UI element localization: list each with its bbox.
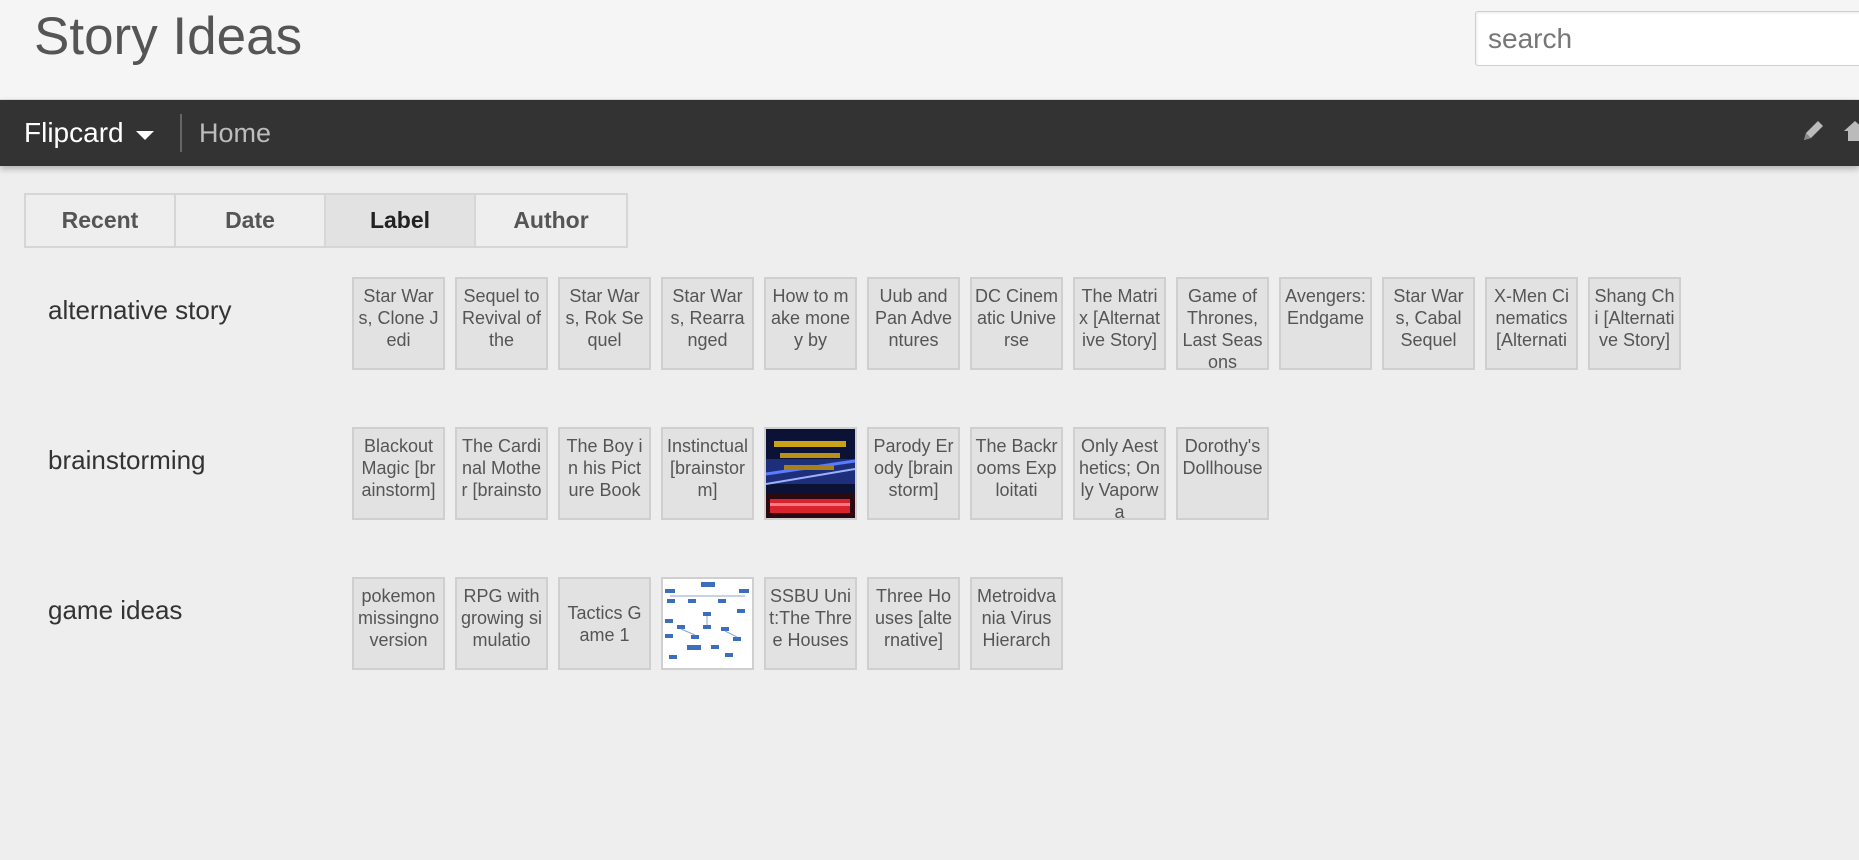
view-tabs: Recent Date Label Author <box>24 193 628 248</box>
card-row: Star Wars, Clone Jedi Sequel to Revival … <box>352 277 1681 370</box>
post-card[interactable]: Dorothy's Dollhouse <box>1176 427 1269 520</box>
post-card[interactable]: DC Cinematic Universe <box>970 277 1063 370</box>
post-card[interactable]: Uub and Pan Adventures <box>867 277 960 370</box>
post-card[interactable]: Metroidvania Virus Hierarch <box>970 577 1063 670</box>
neon-error-thumbnail-icon <box>766 429 855 518</box>
card-row: pokemon missingno version RPG with growi… <box>352 577 1063 670</box>
post-card[interactable]: Star Wars, Cabal Sequel <box>1382 277 1475 370</box>
search-input[interactable] <box>1475 11 1859 66</box>
post-card[interactable]: Shang Chi [Alternative Story] <box>1588 277 1681 370</box>
post-card[interactable]: pokemon missingno version <box>352 577 445 670</box>
post-card[interactable]: Parody Erody [brainstorm] <box>867 427 960 520</box>
flowchart-thumbnail-icon <box>663 579 752 668</box>
blog-header: Story Ideas <box>0 0 1859 100</box>
pencil-icon[interactable] <box>1800 118 1826 144</box>
post-card[interactable]: Blackout Magic [brainstorm] <box>352 427 445 520</box>
group-label[interactable]: game ideas <box>48 595 182 626</box>
nav-icons <box>1800 118 1859 144</box>
post-card-thumbnail[interactable] <box>764 427 857 520</box>
post-card[interactable]: Star Wars, Clone Jedi <box>352 277 445 370</box>
card-row: Blackout Magic [brainstorm] The Cardinal… <box>352 427 1269 520</box>
post-card[interactable]: SSBU Unit:The Three Houses <box>764 577 857 670</box>
post-card[interactable]: Three Houses [alternative] <box>867 577 960 670</box>
home-icon[interactable] <box>1842 118 1859 144</box>
post-card[interactable]: RPG with growing simulatio <box>455 577 548 670</box>
post-card[interactable]: Tactics Game 1 <box>558 577 651 670</box>
blog-title[interactable]: Story Ideas <box>34 6 302 67</box>
group-label[interactable]: brainstorming <box>48 445 206 476</box>
group-label[interactable]: alternative story <box>48 295 232 326</box>
post-card[interactable]: Avengers: Endgame <box>1279 277 1372 370</box>
home-link[interactable]: Home <box>199 100 271 166</box>
view-dropdown[interactable]: Flipcard <box>24 100 154 166</box>
post-card[interactable]: Star Wars, Rearranged <box>661 277 754 370</box>
caret-down-icon <box>135 130 154 140</box>
post-card[interactable]: Game of Thrones, Last Seasons <box>1176 277 1269 370</box>
tab-author[interactable]: Author <box>476 195 626 246</box>
tab-label[interactable]: Label <box>326 195 476 246</box>
post-card[interactable]: Star Wars, Rok Sequel <box>558 277 651 370</box>
post-card[interactable]: X-Men Cinematics [Alternati <box>1485 277 1578 370</box>
tab-recent[interactable]: Recent <box>26 195 176 246</box>
post-card[interactable]: How to make money by <box>764 277 857 370</box>
post-card[interactable]: The Boy in his Picture Book <box>558 427 651 520</box>
post-card[interactable]: The Cardinal Mother [brainsto <box>455 427 548 520</box>
post-card[interactable]: Instinctual [brainstorm] <box>661 427 754 520</box>
nav-divider <box>180 114 182 152</box>
post-card-thumbnail[interactable] <box>661 577 754 670</box>
post-card[interactable]: The Matrix [Alternative Story] <box>1073 277 1166 370</box>
view-dropdown-label: Flipcard <box>24 117 124 148</box>
navbar: Flipcard Home <box>0 100 1859 166</box>
post-card[interactable]: Only Aesthetics; Only Vaporwa <box>1073 427 1166 520</box>
tab-date[interactable]: Date <box>176 195 326 246</box>
post-card[interactable]: The Backrooms Exploitati <box>970 427 1063 520</box>
post-card[interactable]: Sequel to Revival of the <box>455 277 548 370</box>
